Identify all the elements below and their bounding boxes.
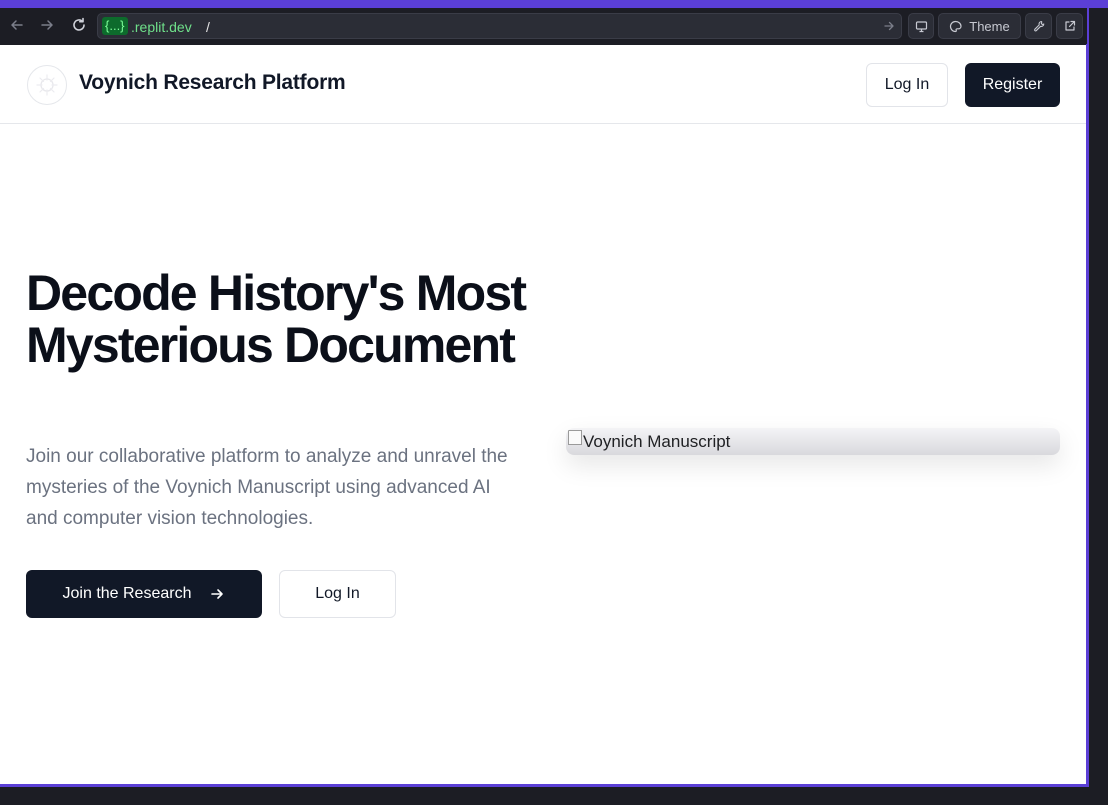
browser-window: {...} .replit.dev / Theme Voynich Resear…: [0, 0, 1108, 805]
hero-login-button[interactable]: Log In: [279, 570, 396, 618]
external-link-icon[interactable]: [1056, 13, 1083, 39]
join-research-label: Join the Research: [62, 585, 192, 602]
web-page: Voynich Research Platform Log In Registe…: [0, 45, 1086, 784]
manuscript-image: Voynich Manuscript: [566, 428, 1060, 455]
register-button[interactable]: Register: [965, 63, 1060, 107]
browser-toolbar: {...} .replit.dev / Theme: [0, 8, 1087, 44]
back-arrow-icon[interactable]: [6, 14, 28, 36]
header-login-button[interactable]: Log In: [866, 63, 948, 107]
monitor-icon[interactable]: [908, 13, 934, 39]
theme-label: Theme: [969, 18, 1010, 34]
theme-button[interactable]: Theme: [938, 13, 1021, 39]
broken-image-icon: [568, 430, 582, 445]
arrow-right-icon: [209, 586, 225, 602]
url-bar[interactable]: {...} .replit.dev /: [97, 13, 902, 39]
window-accent-top: [0, 0, 1108, 8]
join-research-button[interactable]: Join the Research: [26, 570, 262, 618]
url-path: /: [206, 19, 210, 35]
forward-arrow-icon[interactable]: [36, 14, 58, 36]
url-domain: .replit.dev: [131, 19, 192, 35]
wrench-icon[interactable]: [1025, 13, 1052, 39]
go-arrow-icon[interactable]: [883, 17, 895, 35]
hero-title: Decode History's Most Mysterious Documen…: [26, 265, 527, 373]
image-alt-text: Voynich Manuscript: [583, 432, 731, 451]
hero-subtitle: Join our collaborative platform to analy…: [26, 446, 508, 529]
logo-icon[interactable]: [27, 65, 67, 105]
brand-title[interactable]: Voynich Research Platform: [79, 71, 346, 95]
url-chip: {...}: [102, 17, 128, 35]
window-accent-right: [1086, 0, 1089, 787]
reload-icon[interactable]: [68, 14, 90, 36]
site-header: Voynich Research Platform Log In Registe…: [0, 45, 1086, 124]
window-accent-bottom: [0, 784, 1089, 787]
palette-icon: [949, 20, 962, 33]
